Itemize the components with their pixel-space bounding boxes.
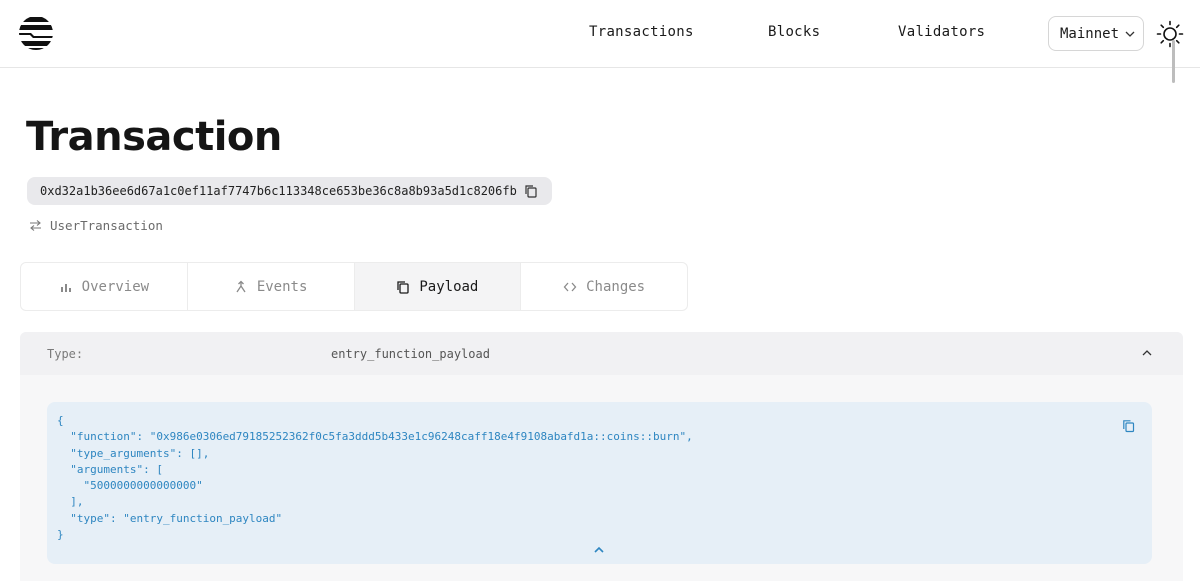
transaction-hash: 0xd32a1b36ee6d67a1c0ef11af7747b6c113348c…: [27, 177, 552, 205]
payload-type-value: entry_function_payload: [331, 347, 490, 361]
payload-json-box: { "function": "0x986e0306ed79185252362f0…: [47, 402, 1152, 564]
transaction-type-label: UserTransaction: [50, 218, 163, 233]
network-select[interactable]: Mainnet: [1048, 16, 1144, 51]
chevron-down-icon: [1125, 31, 1135, 37]
payload-type-label: Type:: [47, 347, 84, 361]
merge-icon: [236, 280, 246, 292]
tab-events[interactable]: Events: [188, 263, 355, 310]
sun-icon[interactable]: [1156, 20, 1184, 48]
tab-overview[interactable]: Overview: [21, 263, 188, 310]
tab-events-label: Events: [256, 278, 308, 295]
swap-arrows-icon: [30, 220, 41, 231]
network-select-value: Mainnet: [1060, 25, 1120, 42]
tab-changes[interactable]: Changes: [521, 263, 687, 310]
top-header: Transactions Blocks Validators Mainnet: [0, 0, 1200, 68]
scrollbar-thumb[interactable]: [1172, 40, 1175, 83]
copy-icon[interactable]: [1122, 419, 1135, 433]
payload-type-row: Type: entry_function_payload: [20, 332, 1183, 375]
tab-payload-label: Payload: [419, 278, 479, 295]
copy-icon[interactable]: [524, 184, 538, 198]
tab-bar: Overview Events Payload Changes: [20, 262, 688, 311]
transaction-hash-value: 0xd32a1b36ee6d67a1c0ef11af7747b6c113348c…: [40, 184, 517, 198]
chevron-up-icon[interactable]: [593, 545, 605, 555]
tab-overview-label: Overview: [81, 278, 150, 295]
payload-panel: Type: entry_function_payload { "function…: [20, 332, 1183, 581]
code-icon: [563, 282, 577, 291]
payload-json: { "function": "0x986e0306ed79185252362f0…: [57, 414, 693, 542]
nav-transactions[interactable]: Transactions: [589, 24, 694, 40]
tab-changes-label: Changes: [586, 278, 646, 295]
nav-validators[interactable]: Validators: [898, 24, 985, 40]
bar-chart-icon: [60, 283, 71, 292]
page-title: Transaction: [26, 114, 282, 160]
tab-payload[interactable]: Payload: [354, 263, 522, 310]
chevron-up-icon[interactable]: [1141, 347, 1153, 359]
copy-icon: [397, 280, 410, 294]
nav-blocks[interactable]: Blocks: [768, 24, 820, 40]
transaction-type: UserTransaction: [29, 218, 163, 233]
aptos-logo-icon[interactable]: [18, 15, 54, 51]
